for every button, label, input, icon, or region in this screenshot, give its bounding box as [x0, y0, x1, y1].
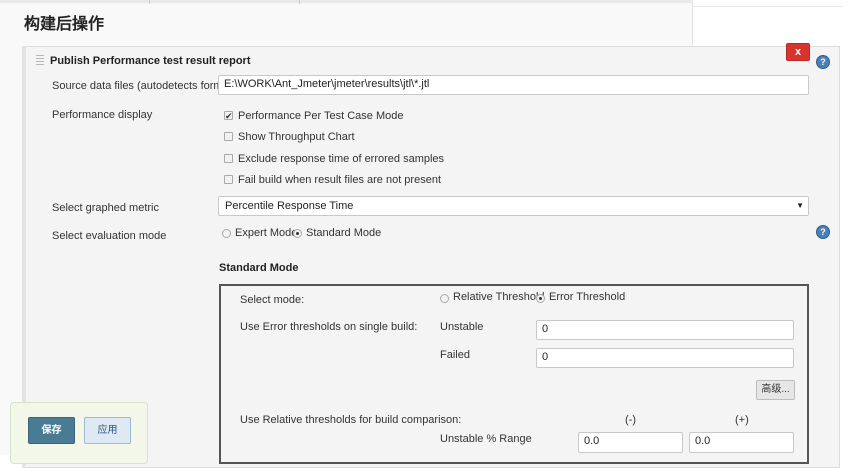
standard-mode-radio[interactable]: [293, 229, 302, 238]
graphed-metric-value: Percentile Response Time: [225, 200, 354, 212]
unstable-range-plus-input[interactable]: 0.0: [689, 432, 794, 453]
help-icon[interactable]: ?: [816, 225, 830, 239]
drag-handle-icon[interactable]: [36, 55, 44, 67]
relative-thresholds-label: Use Relative thresholds for build compar…: [240, 414, 462, 426]
top-tab-strip: [0, 0, 693, 3]
unstable-label: Unstable: [440, 321, 484, 333]
throughput-chart-label: Show Throughput Chart: [238, 131, 355, 143]
chevron-down-icon: ▼: [796, 201, 804, 210]
error-thresholds-label: Use Error thresholds on single build:: [240, 321, 418, 333]
performance-display-label: Performance display: [52, 109, 153, 121]
apply-button[interactable]: 应用: [84, 417, 131, 444]
unstable-range-minus-input[interactable]: 0.0: [578, 432, 683, 453]
graphed-metric-label: Select graphed metric: [52, 202, 159, 214]
standard-mode-label: Standard Mode: [306, 227, 382, 239]
help-icon[interactable]: ?: [816, 55, 830, 69]
source-files-input[interactable]: E:\WORK\Ant_Jmeter\jmeter\results\jtl\*.…: [218, 75, 809, 95]
fail-build-checkbox[interactable]: [224, 175, 233, 184]
advanced-button[interactable]: 高级...: [756, 380, 795, 400]
top-rule: [693, 6, 843, 7]
tab-separator: [149, 0, 150, 4]
throughput-chart-checkbox[interactable]: [224, 132, 233, 141]
tab-separator: [299, 0, 300, 4]
fail-build-label: Fail build when result files are not pre…: [238, 174, 441, 186]
exclude-errored-label: Exclude response time of errored samples: [238, 153, 445, 165]
evaluation-mode-label: Select evaluation mode: [52, 230, 167, 242]
expert-mode-radio[interactable]: [222, 229, 231, 238]
plus-column-header: (+): [735, 414, 749, 426]
expert-mode-label: Expert Mode: [235, 227, 298, 239]
exclude-errored-checkbox[interactable]: [224, 154, 233, 163]
panel-title: Publish Performance test result report: [50, 55, 251, 67]
failed-threshold-input[interactable]: 0: [536, 348, 794, 368]
select-mode-label: Select mode:: [240, 294, 305, 306]
minus-column-header: (-): [625, 414, 636, 426]
relative-threshold-radio[interactable]: [440, 294, 449, 303]
error-threshold-radio[interactable]: [536, 294, 545, 303]
source-files-label: Source data files (autodetects format):: [52, 80, 239, 92]
section-heading: 构建后操作: [24, 16, 105, 33]
per-test-case-checkbox[interactable]: ✔: [224, 111, 233, 121]
unstable-range-label: Unstable % Range: [440, 433, 532, 445]
save-button[interactable]: 保存: [28, 417, 75, 444]
unstable-threshold-input[interactable]: 0: [536, 320, 794, 340]
failed-label: Failed: [440, 349, 470, 361]
delete-step-button[interactable]: x: [786, 43, 810, 61]
error-threshold-label: Error Threshold: [549, 291, 626, 303]
standard-mode-heading: Standard Mode: [219, 262, 299, 274]
graphed-metric-select[interactable]: Percentile Response Time ▼: [218, 196, 809, 216]
relative-threshold-label: Relative Threshold: [453, 291, 545, 303]
per-test-case-label: Performance Per Test Case Mode: [238, 110, 404, 122]
